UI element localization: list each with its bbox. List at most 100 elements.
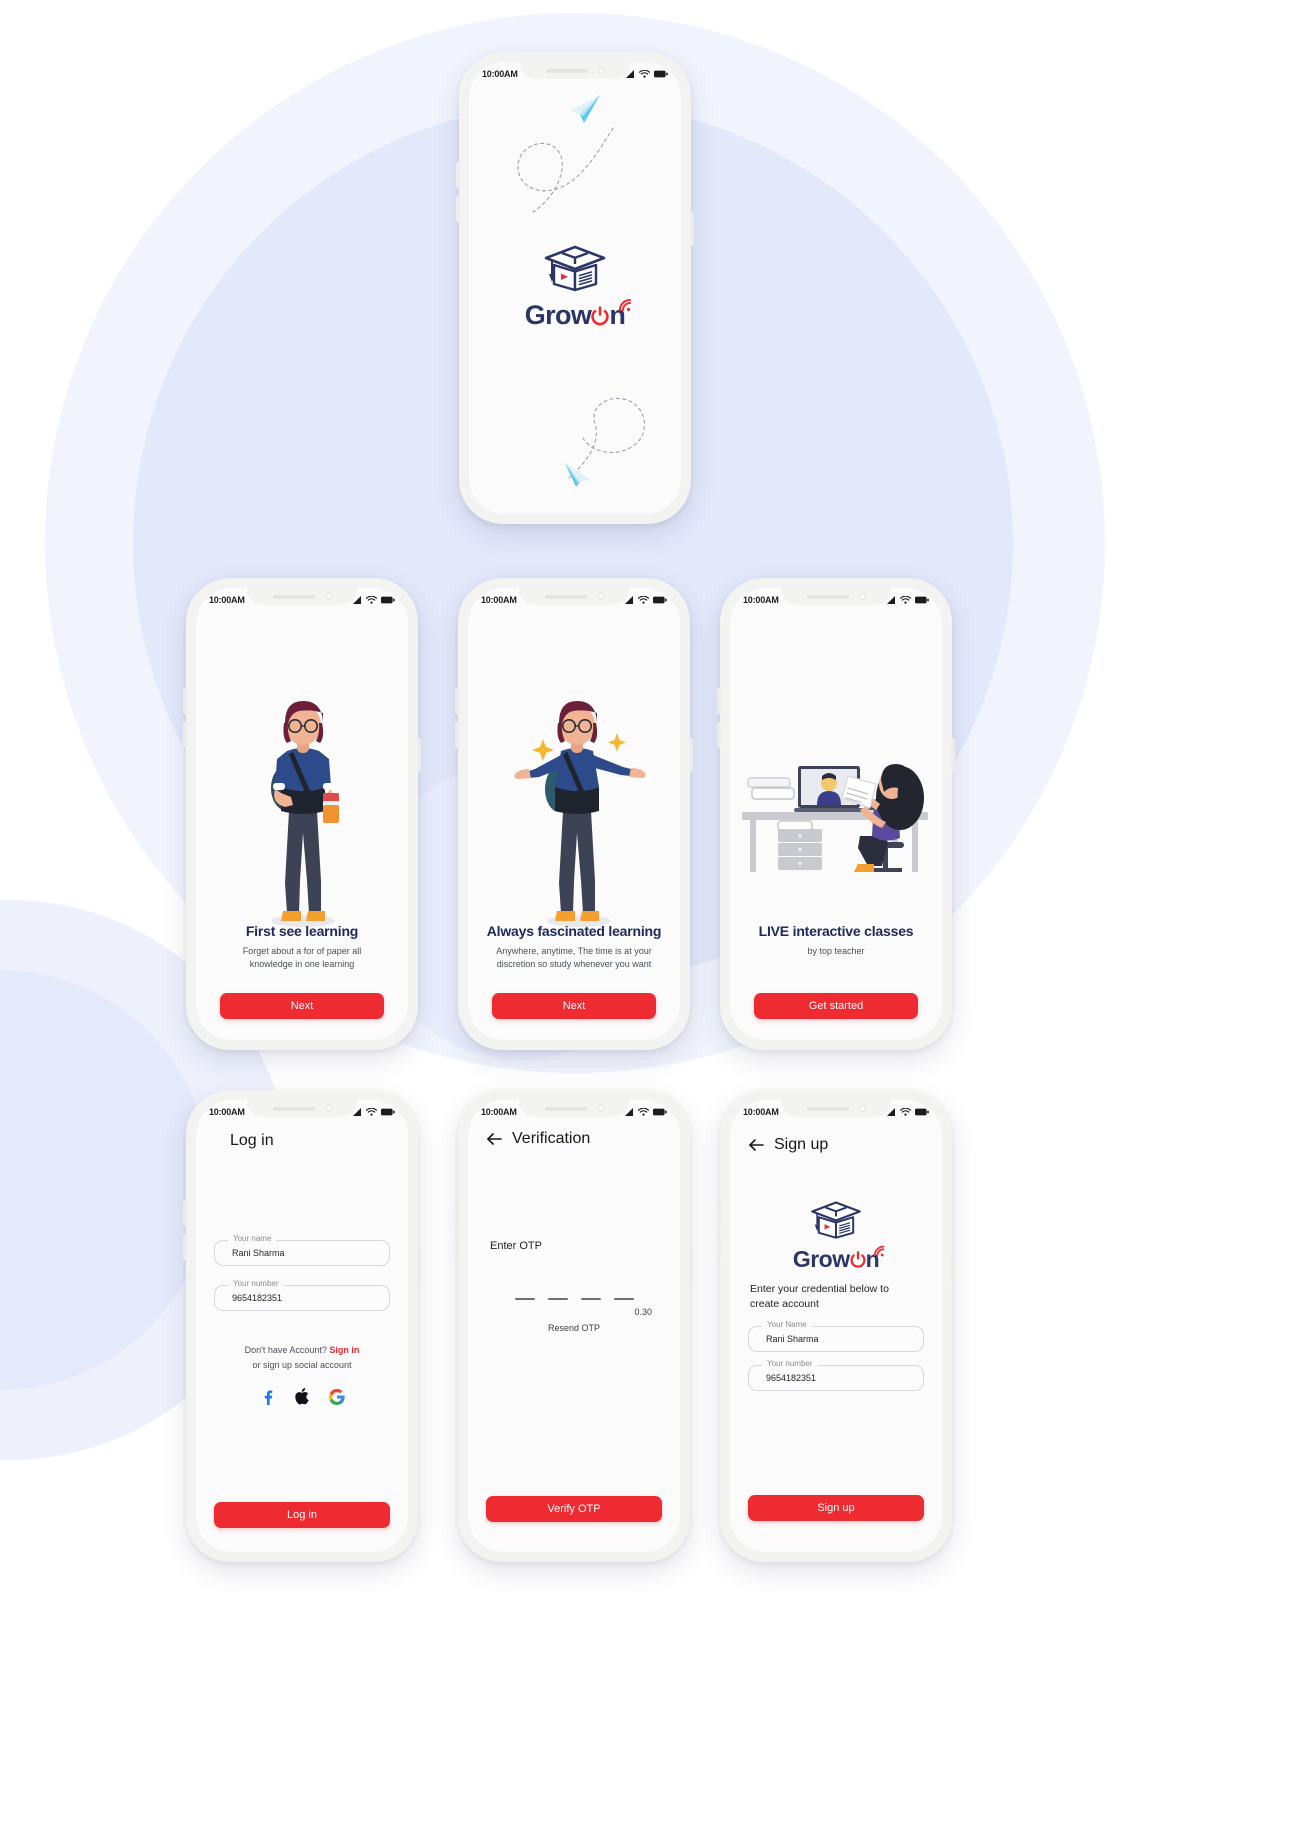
power-button[interactable]: [689, 738, 693, 772]
battery-icon: [654, 70, 668, 78]
onboarding-subtitle: Forget about a for of paper all knowledg…: [242, 946, 362, 970]
front-camera-icon: [858, 593, 866, 600]
volume-down-button[interactable]: [183, 722, 187, 748]
otp-digit-2[interactable]: [547, 1298, 568, 1300]
power-button[interactable]: [417, 1250, 421, 1284]
social-login-row: [196, 1388, 408, 1405]
power-button[interactable]: [690, 212, 694, 246]
page-title: Sign up: [774, 1136, 829, 1153]
name-field-value: Rani Sharma: [766, 1334, 819, 1344]
volume-up-button[interactable]: [183, 688, 187, 714]
onboarding-screen-3: 10:00AM LIVE interactive classes by top …: [730, 588, 942, 1040]
paper-plane-icon-bottom: [565, 463, 591, 487]
volume-down-button[interactable]: [717, 1234, 721, 1260]
power-button[interactable]: [951, 738, 955, 772]
volume-down-button[interactable]: [455, 1234, 459, 1260]
phone-notch: [247, 588, 357, 605]
page-title: Verification: [512, 1130, 591, 1147]
volume-down-button[interactable]: [717, 722, 721, 748]
signup-screen: 10:00AM Sign up Grow n Enter your creden…: [730, 1100, 942, 1552]
apple-icon[interactable]: [295, 1388, 309, 1405]
otp-digit-1[interactable]: [514, 1298, 535, 1300]
verify-otp-button[interactable]: Verify OTP: [486, 1496, 662, 1522]
get-started-button[interactable]: Get started: [754, 993, 918, 1019]
signup-content: Sign up Grow n Enter your credential bel…: [730, 1100, 942, 1552]
onboarding-screen-1: 10:00AM First see learning Forget about …: [196, 588, 408, 1040]
volume-up-button[interactable]: [717, 688, 721, 714]
signup-intro-text: Enter your credential below to create ac…: [750, 1283, 889, 1311]
number-field[interactable]: Your number 9654182351: [214, 1279, 390, 1311]
name-field[interactable]: Your name Rani Sharma: [214, 1234, 390, 1266]
battery-icon: [381, 596, 395, 604]
signup-button[interactable]: Sign up: [748, 1495, 924, 1521]
number-field-value: 9654182351: [766, 1373, 817, 1383]
logo-text-grow: Grow: [524, 300, 592, 330]
next-button[interactable]: Next: [220, 993, 384, 1019]
wifi-icon: [366, 1108, 377, 1116]
name-field[interactable]: Your Name Rani Sharma: [748, 1320, 924, 1352]
signal-waves-icon: [874, 1245, 885, 1257]
volume-up-button[interactable]: [183, 1200, 187, 1226]
sign-in-link[interactable]: Sign in: [329, 1345, 359, 1355]
otp-timer: 0.30: [634, 1307, 652, 1317]
onboarding-2-content: Always fascinated learning Anywhere, any…: [468, 588, 680, 1040]
next-button[interactable]: Next: [492, 993, 656, 1019]
phone-notch: [519, 588, 629, 605]
power-button[interactable]: [417, 738, 421, 772]
onboarding-title: First see learning: [245, 923, 359, 939]
name-field-label: Your name: [228, 1234, 277, 1243]
volume-up-button[interactable]: [717, 1200, 721, 1226]
battery-icon: [915, 1108, 929, 1116]
number-field[interactable]: Your number 9654182351: [748, 1359, 924, 1391]
back-arrow-icon[interactable]: [748, 1138, 764, 1152]
google-icon[interactable]: [329, 1388, 345, 1405]
resend-otp-link[interactable]: Resend OTP: [468, 1323, 680, 1333]
phone-notch: [519, 1100, 629, 1117]
wifi-icon: [900, 1108, 911, 1116]
status-time: 10:00AM: [481, 1107, 517, 1117]
verification-content: Verification Enter OTP 0.30 Resend OTP V…: [468, 1100, 680, 1552]
volume-down-button[interactable]: [183, 1234, 187, 1260]
number-field-label: Your number: [762, 1359, 818, 1368]
phone-splash: 10:00AM Grow n: [456, 52, 694, 524]
speaker-grille: [272, 1106, 315, 1111]
login-button[interactable]: Log in: [214, 1502, 390, 1528]
status-time: 10:00AM: [743, 595, 779, 605]
volume-up-button[interactable]: [455, 688, 459, 714]
back-arrow-icon[interactable]: [486, 1132, 502, 1146]
battery-icon: [653, 596, 667, 604]
otp-digit-4[interactable]: [613, 1298, 634, 1300]
power-button[interactable]: [689, 1250, 693, 1284]
app-logo: Grow n: [730, 1200, 942, 1273]
splash-screen: 10:00AM Grow n: [469, 62, 681, 514]
onboarding-screen-2: 10:00AM Always fascinated learning Anywh…: [468, 588, 680, 1040]
facebook-icon[interactable]: [259, 1389, 275, 1405]
wifi-icon: [638, 596, 649, 604]
volume-up-button[interactable]: [455, 1200, 459, 1226]
signup-prompt-row: Don't have Account? Sign in: [196, 1345, 408, 1355]
volume-down-button[interactable]: [455, 722, 459, 748]
status-time: 10:00AM: [482, 69, 518, 79]
volume-down-button[interactable]: [456, 196, 460, 222]
number-field-label: Your number: [228, 1279, 284, 1288]
name-field-value: Rani Sharma: [232, 1248, 285, 1258]
phone-notch: [247, 1100, 357, 1117]
onboarding-title: Always fascinated learning: [486, 923, 662, 939]
phone-notch: [520, 62, 630, 79]
speaker-grille: [545, 68, 588, 73]
phone-notch: [781, 588, 891, 605]
battery-icon: [381, 1108, 395, 1116]
otp-digit-3[interactable]: [580, 1298, 601, 1300]
phone-login: 10:00AM Log in Your name Rani Sharma You…: [183, 1090, 421, 1562]
power-button[interactable]: [951, 1250, 955, 1284]
otp-input-row[interactable]: [468, 1298, 680, 1300]
logo-text-grow: Grow: [792, 1246, 850, 1272]
volume-up-button[interactable]: [456, 162, 460, 188]
front-camera-icon: [324, 593, 332, 600]
battery-icon: [915, 596, 929, 604]
front-camera-icon: [596, 593, 604, 600]
excited-student-illustration: [514, 701, 646, 927]
online-class-desk-illustration: [742, 764, 928, 872]
battery-icon: [653, 1108, 667, 1116]
social-prompt-text: or sign up social account: [252, 1360, 352, 1370]
